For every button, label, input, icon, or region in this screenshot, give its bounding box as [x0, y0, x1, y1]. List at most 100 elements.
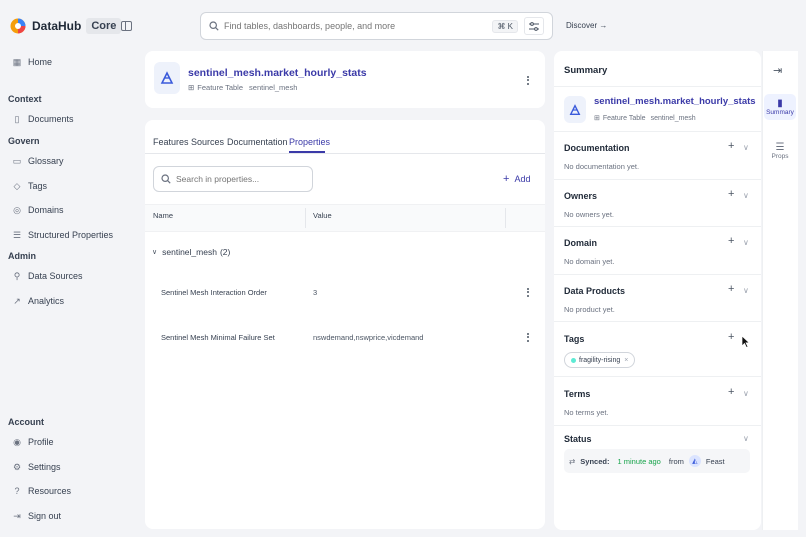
- row-menu-button[interactable]: [520, 329, 536, 345]
- tag-label: fragility-rising: [579, 356, 621, 364]
- close-icon[interactable]: ×: [624, 357, 628, 364]
- add-term-icon[interactable]: +: [728, 387, 734, 398]
- table-header: [145, 204, 545, 232]
- add-tag-icon[interactable]: +: [728, 332, 734, 343]
- sidebar-item-analytics[interactable]: ↗ Analytics: [12, 293, 64, 309]
- add-property-button[interactable]: + Add: [503, 173, 530, 185]
- divider: [554, 321, 761, 322]
- sidebar-item-label: Data Sources: [28, 271, 83, 281]
- group-count: (2): [219, 247, 231, 257]
- documentation-empty: No documentation yet.: [564, 162, 640, 171]
- discover-link[interactable]: Discover →: [566, 21, 607, 30]
- global-search[interactable]: ⌘ K: [200, 12, 553, 40]
- entity-menu-button[interactable]: [520, 72, 536, 88]
- collapse-panel-icon[interactable]: ⇥: [773, 64, 782, 77]
- tab-sources[interactable]: Sources: [191, 137, 224, 147]
- add-data-product-icon[interactable]: +: [728, 284, 734, 295]
- entity-platform: sentinel_mesh: [249, 83, 298, 92]
- sidebar-item-structured-properties[interactable]: ☰ Structured Properties: [12, 227, 113, 243]
- chevron-down-icon[interactable]: ∨: [743, 143, 749, 152]
- summary-entity-title[interactable]: sentinel_mesh.market_hourly_stats: [594, 96, 756, 107]
- add-domain-icon[interactable]: +: [728, 236, 734, 247]
- book-icon: ▭: [12, 155, 22, 166]
- source-name: Feast: [705, 456, 725, 466]
- entity-header-card: [145, 51, 545, 108]
- trend-icon: ↗: [13, 295, 21, 306]
- rail-summary-button[interactable]: ▮ Summary: [764, 94, 796, 120]
- sign-out-icon: ⇥: [13, 510, 21, 521]
- tab-features[interactable]: Features: [153, 137, 189, 147]
- sidebar-item-resources[interactable]: ? Resources: [12, 483, 71, 499]
- divider: [554, 425, 761, 426]
- filter-button[interactable]: [524, 17, 544, 35]
- sidebar-item-label: Domains: [28, 205, 64, 215]
- sync-icon: ⇄: [569, 456, 576, 466]
- sidebar-item-sign-out[interactable]: ⇥ Sign out: [12, 508, 61, 524]
- chevron-down-icon[interactable]: ∨: [743, 238, 749, 247]
- sidebar-item-domains[interactable]: ◎ Domains: [12, 202, 64, 218]
- sidebar-item-label: Structured Properties: [28, 230, 114, 240]
- column-header-value: Value: [313, 211, 332, 220]
- group-label: sentinel_mesh: [162, 247, 217, 257]
- chevron-down-icon[interactable]: ∨: [743, 286, 749, 295]
- domain-empty: No domain yet.: [564, 257, 615, 266]
- tabs-divider: [145, 153, 545, 154]
- sidebar-item-documents[interactable]: ▯ Documents: [12, 111, 74, 127]
- brand[interactable]: DataHub Core: [10, 16, 122, 36]
- properties-search[interactable]: [153, 166, 313, 192]
- column-header-name: Name: [153, 211, 174, 220]
- property-name: Sentinel Mesh Interaction Order: [161, 288, 267, 297]
- sidebar-item-profile[interactable]: ◉ Profile: [12, 434, 54, 450]
- entity-type: Feature Table: [602, 114, 646, 122]
- add-label: Add: [514, 174, 531, 184]
- sidebar-item-tags[interactable]: ◇ Tags: [12, 178, 47, 194]
- sidebar-item-label: Sign out: [28, 511, 62, 521]
- document-icon: ▯: [14, 113, 20, 124]
- rail-props-button[interactable]: ☰ Props: [764, 142, 796, 160]
- tag-chip[interactable]: fragility-rising ×: [564, 352, 636, 368]
- list-icon: ☰: [12, 229, 22, 240]
- chevron-down-icon[interactable]: ∨: [743, 191, 749, 200]
- table-icon: ⊞: [188, 83, 195, 92]
- data-products-empty: No product yet.: [564, 305, 615, 314]
- section-data-products-title: Data Products: [564, 286, 626, 296]
- tab-properties[interactable]: Properties: [289, 137, 330, 147]
- plug-icon: ⚲: [13, 270, 21, 281]
- entity-subtitle: ⊞ Feature Table sentinel_mesh: [188, 83, 297, 92]
- divider: [554, 376, 761, 377]
- sidebar-item-label: Glossary: [28, 156, 64, 166]
- sidebar-toggle-icon[interactable]: [121, 21, 132, 31]
- add-owner-icon[interactable]: +: [728, 189, 734, 200]
- search-input[interactable]: [224, 21, 493, 31]
- section-admin: Admin: [8, 251, 36, 261]
- chevron-down-icon[interactable]: ∨: [743, 389, 749, 398]
- column-separator: [505, 208, 506, 228]
- synced-time: 1 minute ago: [617, 456, 661, 466]
- plus-icon: +: [503, 173, 510, 185]
- properties-search-input[interactable]: [176, 174, 296, 184]
- row-menu-button[interactable]: [520, 284, 536, 300]
- section-context: Context: [8, 94, 42, 104]
- sidebar-item-label: Analytics: [28, 296, 65, 306]
- globe-icon: ◎: [13, 204, 21, 215]
- sidebar-item-settings[interactable]: ⚙ Settings: [12, 459, 61, 475]
- tab-documentation[interactable]: Documentation: [227, 137, 288, 147]
- sidebar-item-glossary[interactable]: ▭ Glossary: [12, 153, 64, 169]
- chevron-down-icon[interactable]: ∨: [743, 434, 749, 443]
- sync-status: ⇄ Synced: 1 minute ago from ◭ Feast: [564, 449, 750, 473]
- property-value: 3: [313, 288, 318, 297]
- divider: [554, 179, 761, 180]
- feast-logo-icon: ◭: [688, 455, 701, 467]
- sidebar-item-data-sources[interactable]: ⚲ Data Sources: [12, 268, 83, 284]
- rail-props-label: Props: [771, 153, 789, 160]
- add-documentation-icon[interactable]: +: [728, 141, 734, 152]
- sidebar-item-home[interactable]: ▦ Home: [12, 54, 52, 70]
- property-group-row[interactable]: ∨ sentinel_mesh (2): [152, 247, 230, 257]
- entity-title[interactable]: sentinel_mesh.market_hourly_stats: [188, 67, 367, 79]
- summary-entity-subtitle: ⊞ Feature Table sentinel_mesh: [594, 114, 696, 123]
- synced-label: Synced:: [580, 456, 610, 466]
- help-icon: ?: [14, 486, 20, 496]
- tag-icon: ◇: [13, 180, 21, 191]
- brand-badge: Core: [86, 18, 122, 34]
- sidebar-item-label: Profile: [28, 437, 54, 447]
